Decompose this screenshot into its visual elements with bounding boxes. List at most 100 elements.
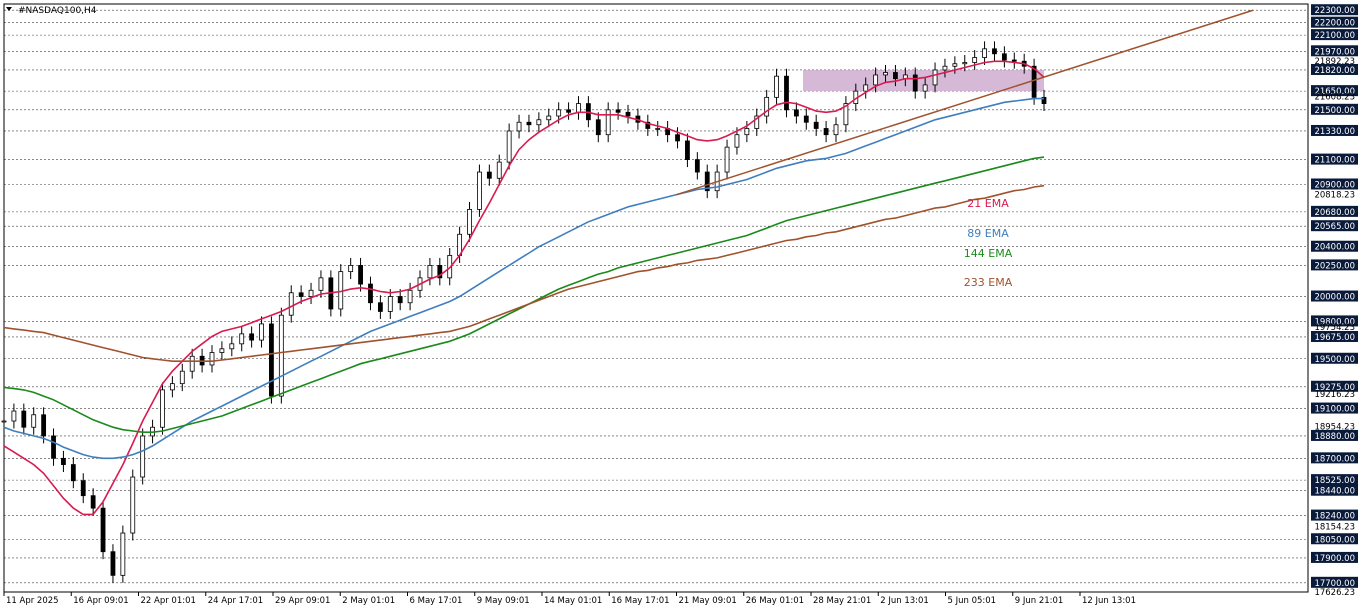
y-tick-text: 22300.00: [1314, 6, 1355, 16]
candle-body: [259, 323, 264, 341]
candle-body: [893, 72, 898, 80]
y-tick-label: 21970.00: [1311, 45, 1358, 57]
x-tick-label: 2 May 01:01: [342, 596, 395, 606]
legend-entry: 144 EMA: [964, 247, 1013, 260]
candle-body: [615, 109, 621, 113]
candle-body: [694, 159, 700, 173]
candle-body: [942, 65, 948, 71]
series-line-89-ema: [3, 97, 1044, 460]
candle-body: [863, 84, 869, 92]
x-tick-label: 9 Jun 21:01: [1015, 596, 1064, 606]
y-tick-label: 20680.00: [1311, 205, 1358, 218]
legend-entry: 233 EMA: [964, 276, 1013, 289]
y-tick-text: 18700.00: [1314, 454, 1355, 464]
candle-body: [80, 480, 86, 497]
candle-body: [566, 109, 571, 113]
candle-body: [873, 74, 879, 86]
candle-body: [1011, 59, 1017, 62]
dropdown-icon[interactable]: [6, 7, 12, 11]
y-tick-label: 17900.00: [1311, 551, 1358, 564]
candle-body: [486, 171, 492, 179]
candle-body: [288, 292, 294, 316]
y-tick-text: 17900.00: [1314, 554, 1355, 564]
legend-entry: 21 EMA: [967, 197, 1009, 210]
candle-body: [655, 128, 661, 130]
candle-body: [407, 289, 413, 304]
candle-body: [51, 435, 56, 459]
plot-frame: [3, 3, 1309, 593]
x-tick-label: 2 Jun 13:01: [880, 596, 929, 606]
candle-body: [130, 476, 136, 534]
candle-body: [219, 348, 225, 353]
x-tick-label: 24 Apr 17:01: [208, 596, 263, 606]
y-tick-label: 21100.00: [1311, 153, 1358, 166]
y-tick-label: 19500.00: [1311, 352, 1358, 365]
candle-body: [912, 74, 918, 92]
y-tick-text: 21500.00: [1314, 106, 1355, 116]
candle-body: [744, 128, 750, 136]
y-tick-label: 18050.00: [1311, 533, 1358, 545]
candle-body: [932, 69, 938, 86]
series-line-21-ema: [3, 60, 1045, 516]
candle-body: [249, 333, 255, 341]
y-tick-label: 18700.00: [1311, 452, 1358, 464]
y-tick-text: 20250.00: [1314, 261, 1355, 271]
x-tick-label: 11 Apr 2025: [6, 596, 59, 606]
y-tick-text: 20680.00: [1314, 208, 1355, 218]
y-tick-text: 20000.00: [1314, 293, 1355, 303]
candle-body: [724, 146, 730, 173]
y-tick-text: 21100.00: [1314, 156, 1355, 166]
candle-body: [21, 410, 27, 428]
y-marker-label: 17626.23: [1314, 588, 1355, 598]
candle-body: [803, 115, 809, 123]
y-tick-text: 18525.00: [1314, 476, 1355, 486]
candle-body: [120, 532, 126, 576]
candle-body: [427, 265, 433, 279]
candle-body: [962, 62, 968, 65]
candle-body: [318, 277, 324, 291]
y-tick-text: 20900.00: [1314, 180, 1355, 190]
y-tick-text: 20400.00: [1314, 243, 1355, 253]
x-tick-label: 6 May 17:01: [410, 596, 463, 606]
y-tick-text: 20565.00: [1314, 222, 1355, 232]
candle-body: [70, 464, 76, 482]
candle-body: [377, 302, 383, 312]
y-tick-text: 18880.00: [1314, 432, 1355, 442]
candle-body: [992, 48, 997, 55]
y-tick-label: 21500.00: [1311, 103, 1358, 116]
y-tick-text: 19500.00: [1314, 355, 1355, 365]
y-tick-label: 19100.00: [1311, 402, 1358, 415]
candle-body: [90, 495, 96, 509]
y-tick-label: 20400.00: [1311, 240, 1358, 253]
candle-body: [536, 119, 542, 126]
series-line-144-ema: [3, 156, 1045, 434]
candle-layer: [1, 41, 1047, 583]
series-layer: [3, 60, 1045, 516]
candle-body: [298, 292, 304, 297]
grid-layer: [3, 3, 1309, 593]
candle-body: [625, 111, 631, 117]
candle-body: [1, 420, 7, 423]
candle-body: [169, 383, 175, 391]
x-tick-label: 29 Apr 09:01: [275, 596, 330, 606]
candle-body: [972, 57, 978, 63]
candle-body: [833, 124, 839, 136]
y-tick-text: 18050.00: [1314, 535, 1355, 545]
candle-body: [179, 370, 185, 385]
candle-body: [61, 457, 66, 465]
candle-body: [883, 72, 888, 76]
y-tick-label: 20900.00: [1311, 178, 1358, 190]
x-tick-label: 16 May 17:01: [611, 596, 669, 606]
y-marker-label: 20818.23: [1314, 191, 1355, 201]
candle-body: [278, 314, 284, 397]
y-tick-text: 19100.00: [1314, 405, 1355, 415]
candle-body: [516, 121, 522, 132]
candle-body: [467, 208, 472, 235]
candle-body: [110, 551, 116, 576]
candle-body: [1001, 53, 1007, 61]
y-tick-text: 22200.00: [1314, 19, 1355, 29]
x-tick-label: 26 May 01:01: [746, 596, 804, 606]
y-tick-text: 18240.00: [1314, 512, 1355, 522]
candle-body: [100, 507, 106, 553]
candle-body: [595, 119, 601, 136]
